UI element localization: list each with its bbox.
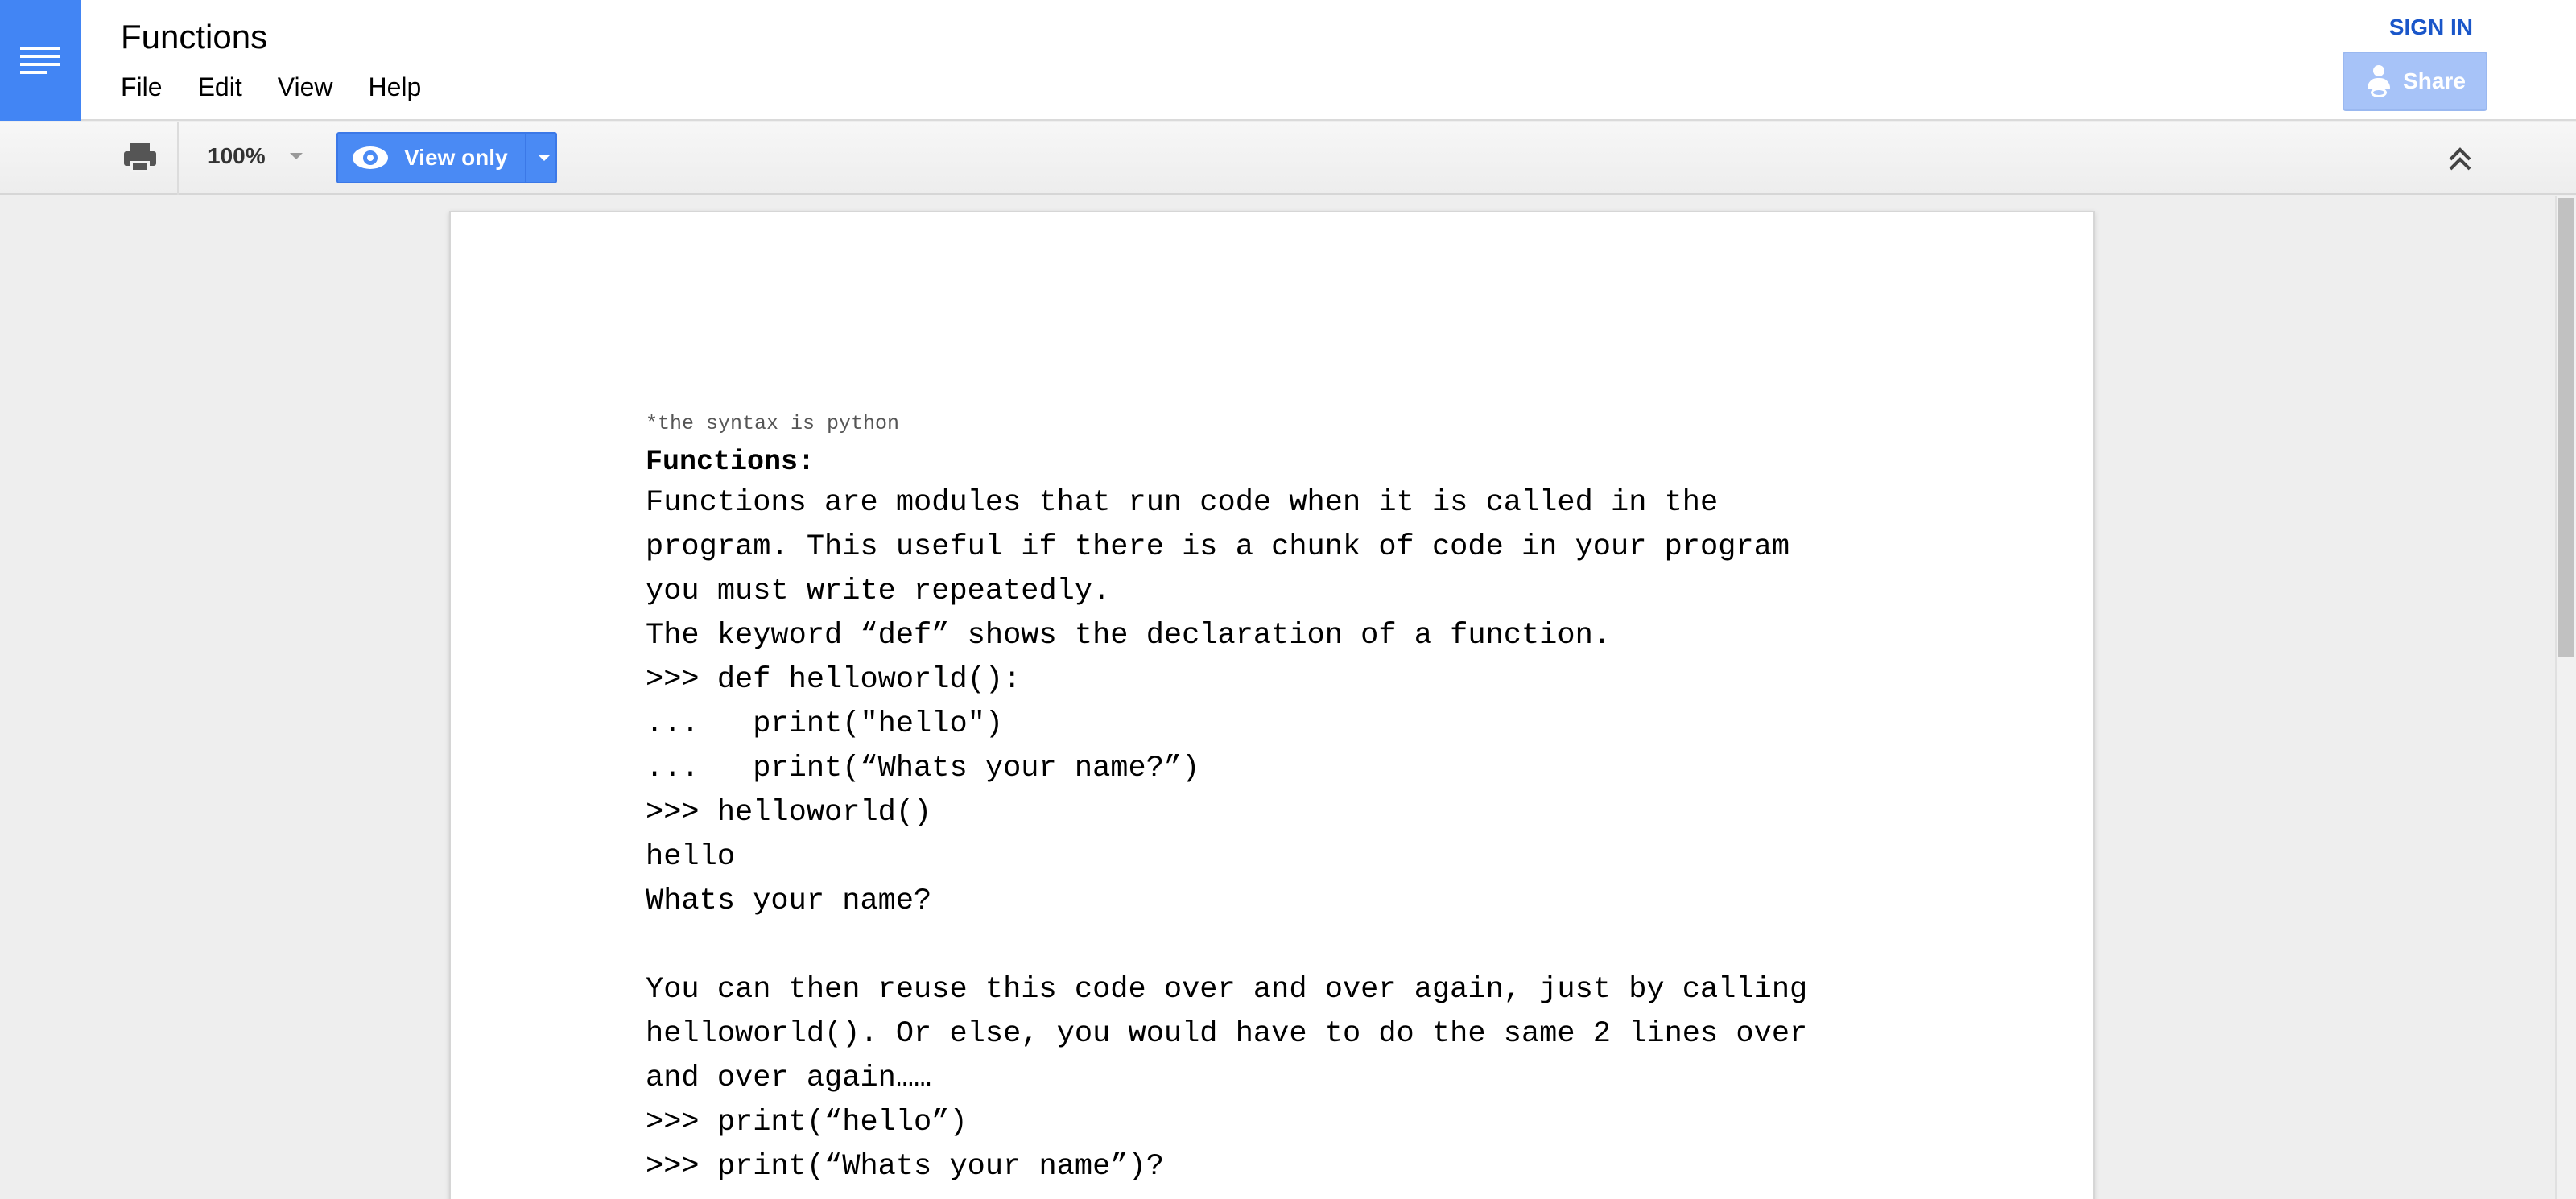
double-chevron-up-icon[interactable] bbox=[2446, 143, 2475, 175]
section-heading: Functions: bbox=[646, 446, 815, 478]
text-line: you must write repeatedly. bbox=[646, 575, 1111, 608]
print-icon[interactable] bbox=[121, 140, 159, 177]
document-page: *the syntax is python Functions: Functio… bbox=[449, 211, 2095, 1199]
text-line: The keyword “def” shows the declaration … bbox=[646, 619, 1611, 653]
menu-bar: File Edit View Help bbox=[121, 72, 456, 102]
output-line: hello bbox=[646, 840, 736, 874]
output-line: Whats your name? bbox=[646, 884, 932, 918]
menu-edit[interactable]: Edit bbox=[198, 72, 242, 102]
view-only-button[interactable]: View only bbox=[336, 132, 557, 183]
text-line: program. This useful if there is a chunk… bbox=[646, 530, 1790, 564]
zoom-select[interactable]: 100% bbox=[208, 143, 303, 169]
toolbar: 100% View only bbox=[0, 122, 2576, 195]
share-button[interactable]: Share bbox=[2343, 52, 2487, 111]
code-line: >>> print(“hello”) bbox=[646, 1106, 968, 1139]
menu-view[interactable]: View bbox=[278, 72, 333, 102]
text-line: and over again…… bbox=[646, 1061, 932, 1095]
share-person-icon bbox=[2364, 65, 2393, 97]
scrollbar-thumb[interactable] bbox=[2558, 198, 2574, 657]
menu-help[interactable]: Help bbox=[368, 72, 421, 102]
code-line: >>> print(“Whats your name”)? bbox=[646, 1150, 1164, 1184]
toolbar-divider bbox=[177, 122, 179, 195]
text-line: You can then reuse this code over and ov… bbox=[646, 973, 1808, 1007]
docs-menu-icon[interactable] bbox=[0, 0, 80, 121]
code-line: ... print(“Whats your name?”) bbox=[646, 752, 1200, 785]
button-divider bbox=[525, 134, 526, 182]
text-line: Functions are modules that run code when… bbox=[646, 486, 1719, 520]
code-line: >>> helloworld() bbox=[646, 796, 932, 830]
chevron-down-icon bbox=[289, 153, 303, 159]
share-button-label: Share bbox=[2403, 68, 2466, 93]
menu-file[interactable]: File bbox=[121, 72, 163, 102]
code-line: >>> def helloworld(): bbox=[646, 663, 1022, 697]
document-body: *the syntax is python Functions: Functio… bbox=[646, 406, 2014, 1189]
eye-icon bbox=[353, 146, 388, 169]
app-header: Functions File Edit View Help SIGN IN Sh… bbox=[0, 0, 2576, 121]
document-title: Functions bbox=[121, 18, 268, 56]
view-only-label: View only bbox=[404, 145, 508, 170]
text-line: helloworld(). Or else, you would have to… bbox=[646, 1017, 1808, 1051]
chevron-down-icon[interactable] bbox=[538, 155, 551, 161]
code-line: ... print("hello") bbox=[646, 707, 1004, 741]
syntax-note: *the syntax is python bbox=[646, 412, 900, 435]
sign-in-link[interactable]: SIGN IN bbox=[2389, 14, 2473, 40]
zoom-value: 100% bbox=[208, 143, 266, 168]
